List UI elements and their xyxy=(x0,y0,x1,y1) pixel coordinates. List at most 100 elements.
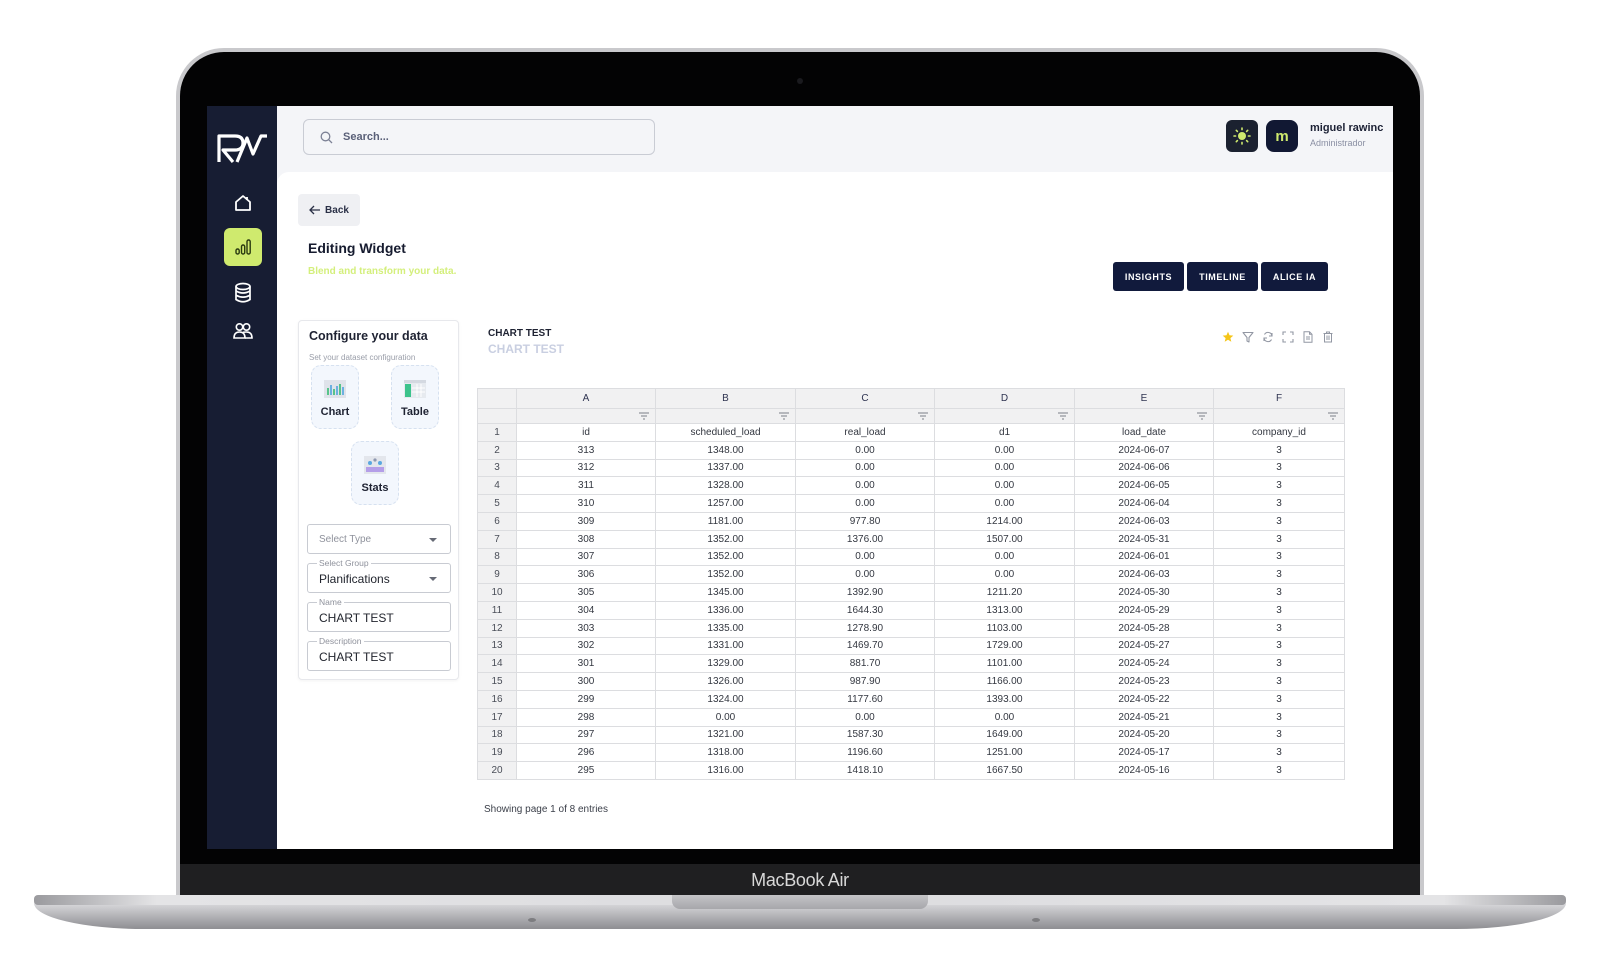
table-cell[interactable]: 313 xyxy=(516,440,656,460)
table-cell[interactable]: 3 xyxy=(1213,672,1345,691)
table-cell[interactable]: 0.00 xyxy=(934,476,1075,496)
table-cell[interactable]: 0.00 xyxy=(934,565,1075,585)
timeline-button[interactable]: TIMELINE xyxy=(1187,262,1258,291)
column-filter-icon[interactable] xyxy=(1197,412,1207,420)
table-cell[interactable]: 1507.00 xyxy=(934,529,1075,549)
table-cell[interactable]: 1587.30 xyxy=(795,725,935,745)
table-cell[interactable]: 2024-05-30 xyxy=(1074,583,1214,602)
table-cell[interactable]: 2024-05-20 xyxy=(1074,725,1214,745)
table-cell[interactable]: 1214.00 xyxy=(934,511,1075,531)
refresh-icon[interactable] xyxy=(1261,330,1274,343)
table-cell[interactable]: 2024-06-05 xyxy=(1074,476,1214,496)
table-cell[interactable]: 1649.00 xyxy=(934,725,1075,745)
table-cell[interactable]: 1166.00 xyxy=(934,672,1075,691)
description-input[interactable]: Description CHART TEST xyxy=(307,636,451,671)
table-cell[interactable]: 3 xyxy=(1213,440,1345,460)
sidebar-item-home[interactable] xyxy=(224,184,262,222)
insights-button[interactable]: INSIGHTS xyxy=(1113,262,1184,291)
table-cell[interactable]: 2024-06-01 xyxy=(1074,547,1214,567)
theme-toggle-button[interactable] xyxy=(1226,120,1258,152)
table-cell[interactable]: 1329.00 xyxy=(655,654,796,674)
column-filter-icon[interactable] xyxy=(1058,412,1068,420)
select-type-dropdown[interactable]: Select Type xyxy=(307,524,451,554)
table-cell[interactable]: 3 xyxy=(1213,707,1345,727)
table-cell[interactable]: 2024-06-03 xyxy=(1074,511,1214,531)
table-cell[interactable]: 1251.00 xyxy=(934,743,1075,763)
table-cell[interactable]: 1103.00 xyxy=(934,618,1075,638)
table-cell[interactable]: 312 xyxy=(516,458,656,478)
table-cell[interactable]: 304 xyxy=(516,600,656,620)
table-cell[interactable]: 2024-05-27 xyxy=(1074,636,1214,656)
column-header[interactable]: E xyxy=(1074,388,1214,409)
column-filter-icon[interactable] xyxy=(779,412,789,420)
table-cell[interactable]: 2024-06-07 xyxy=(1074,440,1214,460)
table-cell[interactable]: 0.00 xyxy=(655,707,796,727)
table-cell[interactable]: 1328.00 xyxy=(655,476,796,496)
field-name-cell[interactable]: d1 xyxy=(934,423,1075,442)
document-icon[interactable] xyxy=(1301,330,1314,343)
table-cell[interactable]: 1352.00 xyxy=(655,529,796,549)
table-cell[interactable]: 2024-05-21 xyxy=(1074,707,1214,727)
table-cell[interactable]: 310 xyxy=(516,494,656,513)
table-cell[interactable]: 1318.00 xyxy=(655,743,796,763)
table-cell[interactable]: 297 xyxy=(516,725,656,745)
table-cell[interactable]: 2024-05-31 xyxy=(1074,529,1214,549)
table-cell[interactable]: 3 xyxy=(1213,476,1345,496)
trash-icon[interactable] xyxy=(1321,330,1334,343)
table-cell[interactable]: 1313.00 xyxy=(934,600,1075,620)
table-cell[interactable]: 1667.50 xyxy=(934,761,1075,780)
fullscreen-icon[interactable] xyxy=(1281,330,1294,343)
user-avatar[interactable]: m xyxy=(1266,120,1298,152)
table-cell[interactable]: 0.00 xyxy=(795,476,935,496)
table-cell[interactable]: 1257.00 xyxy=(655,494,796,513)
field-name-cell[interactable]: load_date xyxy=(1074,423,1214,442)
table-cell[interactable]: 3 xyxy=(1213,458,1345,478)
table-cell[interactable]: 3 xyxy=(1213,689,1345,709)
table-cell[interactable]: 977.80 xyxy=(795,511,935,531)
table-cell[interactable]: 3 xyxy=(1213,761,1345,780)
table-cell[interactable]: 296 xyxy=(516,743,656,763)
table-cell[interactable]: 2024-05-28 xyxy=(1074,618,1214,638)
type-option-chart[interactable]: Chart xyxy=(311,365,359,429)
name-input[interactable]: Name CHART TEST xyxy=(307,597,451,632)
table-cell[interactable]: 303 xyxy=(516,618,656,638)
filter-icon[interactable] xyxy=(1241,330,1254,343)
search-input[interactable]: Search... xyxy=(303,119,655,155)
table-cell[interactable]: 1392.90 xyxy=(795,583,935,602)
table-cell[interactable]: 1376.00 xyxy=(795,529,935,549)
table-cell[interactable]: 2024-05-24 xyxy=(1074,654,1214,674)
table-cell[interactable]: 0.00 xyxy=(795,440,935,460)
type-option-stats[interactable]: Stats xyxy=(351,441,399,505)
table-cell[interactable]: 2024-06-03 xyxy=(1074,565,1214,585)
table-cell[interactable]: 3 xyxy=(1213,600,1345,620)
table-cell[interactable]: 1644.30 xyxy=(795,600,935,620)
table-cell[interactable]: 1352.00 xyxy=(655,565,796,585)
column-header[interactable]: A xyxy=(516,388,656,409)
column-filter-icon[interactable] xyxy=(1328,412,1338,420)
table-cell[interactable]: 300 xyxy=(516,672,656,691)
table-cell[interactable]: 308 xyxy=(516,529,656,549)
table-cell[interactable]: 3 xyxy=(1213,743,1345,763)
table-cell[interactable]: 2024-06-06 xyxy=(1074,458,1214,478)
table-cell[interactable]: 3 xyxy=(1213,494,1345,513)
back-button[interactable]: Back xyxy=(298,194,360,226)
table-cell[interactable]: 1337.00 xyxy=(655,458,796,478)
select-group-dropdown[interactable]: Select Group Planifications xyxy=(307,558,451,593)
table-cell[interactable]: 301 xyxy=(516,654,656,674)
sidebar-item-users[interactable] xyxy=(224,312,262,350)
field-name-cell[interactable]: id xyxy=(516,423,656,442)
star-icon[interactable] xyxy=(1221,330,1234,343)
table-cell[interactable]: 3 xyxy=(1213,511,1345,531)
table-cell[interactable]: 302 xyxy=(516,636,656,656)
table-cell[interactable]: 1336.00 xyxy=(655,600,796,620)
table-cell[interactable]: 306 xyxy=(516,565,656,585)
type-option-table[interactable]: Table xyxy=(391,365,439,429)
table-cell[interactable]: 0.00 xyxy=(934,440,1075,460)
table-cell[interactable]: 1181.00 xyxy=(655,511,796,531)
table-cell[interactable]: 3 xyxy=(1213,618,1345,638)
field-name-cell[interactable]: company_id xyxy=(1213,423,1345,442)
table-cell[interactable]: 2024-05-17 xyxy=(1074,743,1214,763)
table-cell[interactable]: 2024-05-22 xyxy=(1074,689,1214,709)
table-cell[interactable]: 3 xyxy=(1213,529,1345,549)
table-cell[interactable]: 3 xyxy=(1213,583,1345,602)
